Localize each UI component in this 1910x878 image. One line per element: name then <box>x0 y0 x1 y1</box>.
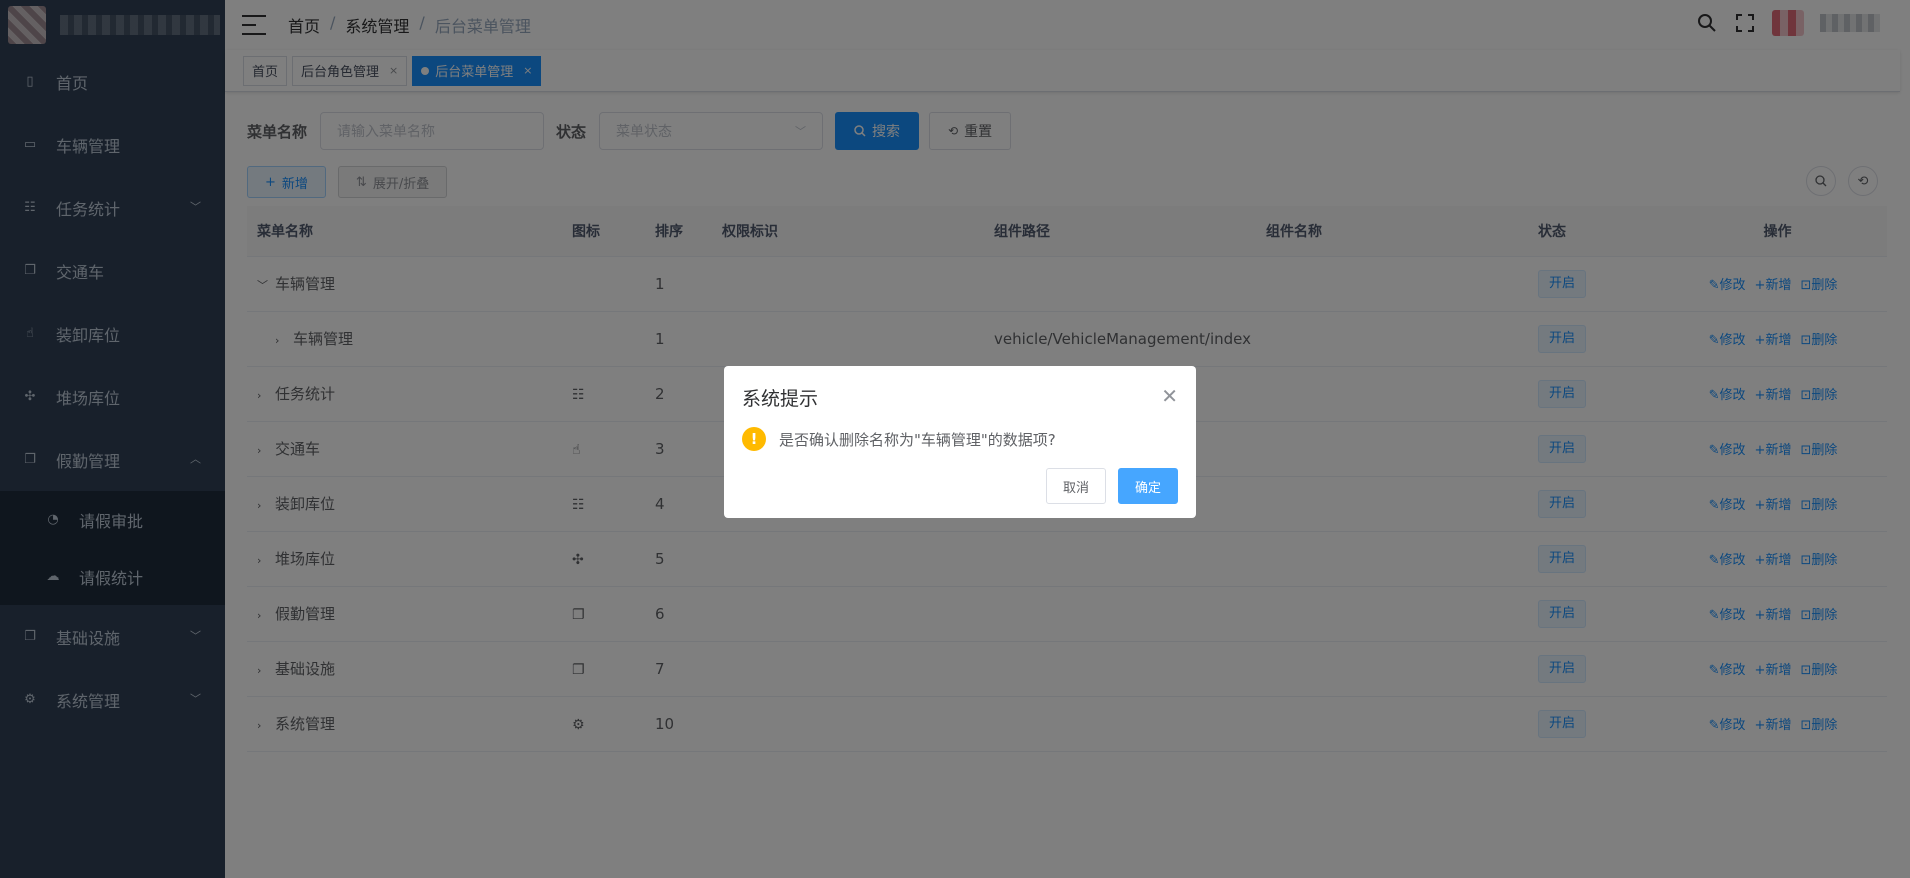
dialog-message: 是否确认删除名称为"车辆管理"的数据项? <box>779 430 1056 449</box>
dialog-footer: 取消 确定 <box>1045 468 1178 504</box>
dialog-body: ! 是否确认删除名称为"车辆管理"的数据项? <box>742 427 1178 451</box>
confirm-dialog: 系统提示 ✕ ! 是否确认删除名称为"车辆管理"的数据项? 取消 确定 <box>724 366 1196 518</box>
dialog-title: 系统提示 <box>742 388 819 410</box>
confirm-button[interactable]: 确定 <box>1117 468 1178 504</box>
close-icon[interactable]: ✕ <box>1161 384 1178 408</box>
cancel-button[interactable]: 取消 <box>1045 468 1106 504</box>
warning-icon: ! <box>742 427 766 451</box>
